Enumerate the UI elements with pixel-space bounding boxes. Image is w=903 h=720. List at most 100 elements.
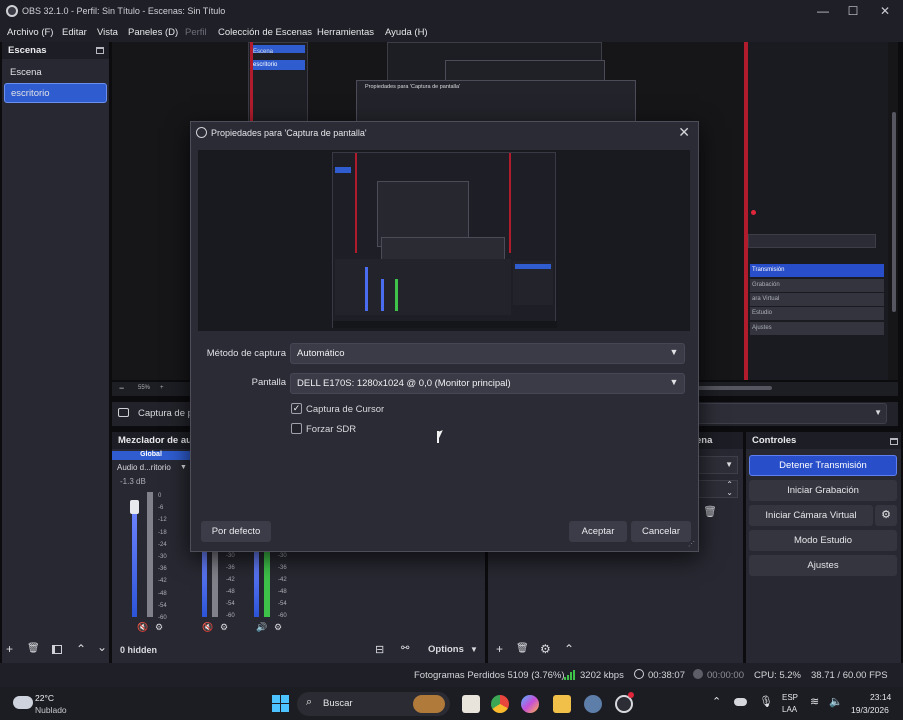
menu-profile[interactable]: Perfil: [185, 27, 207, 38]
db-tick: -54: [226, 601, 235, 607]
speaker-icon[interactable]: 🔊: [256, 622, 267, 633]
keyboard-lang-top[interactable]: ESP: [782, 693, 798, 702]
close-button[interactable]: ✕: [868, 0, 902, 24]
db-tick: -54: [278, 601, 287, 607]
transition-dropdown[interactable]: ▼: [698, 456, 738, 474]
menu-docks[interactable]: Paneles (D): [128, 27, 178, 38]
cancel-button[interactable]: Cancelar: [631, 521, 691, 542]
thumb-meter: [381, 279, 384, 311]
search-icon: ⌕: [306, 696, 313, 708]
clock-date[interactable]: 19/3/2026: [851, 705, 889, 715]
resize-grip-icon[interactable]: ⋰: [688, 540, 695, 548]
copilot-icon[interactable]: [521, 695, 539, 713]
horizontal-scrollbar[interactable]: [692, 386, 772, 390]
recursive-button: ara Virtual: [750, 293, 884, 306]
taskbar-search[interactable]: ⌕ Buscar: [297, 692, 450, 716]
file-explorer-icon[interactable]: [553, 695, 571, 713]
display-capture-icon: [118, 408, 129, 417]
record-time: 00:00:00: [707, 670, 744, 681]
onedrive-icon[interactable]: [734, 698, 747, 706]
menu-file[interactable]: Archivo (F): [7, 27, 53, 38]
volume-slider-handle[interactable]: [130, 500, 139, 514]
zoom-out-icon[interactable]: −: [119, 383, 124, 393]
chevron-down-icon[interactable]: ▼: [470, 645, 478, 654]
layout-icon[interactable]: ⊟: [375, 643, 384, 656]
menu-view[interactable]: Vista: [97, 27, 118, 38]
muted-speaker-icon[interactable]: 🔇: [137, 622, 148, 633]
start-recording-button[interactable]: Iniciar Grabación: [749, 480, 897, 501]
weather-desc: Nublado: [35, 705, 67, 715]
move-up-icon[interactable]: ⌃: [76, 642, 86, 656]
accept-button[interactable]: Aceptar: [569, 521, 627, 542]
capture-method-select[interactable]: Automático ▼: [290, 343, 685, 364]
db-tick: -48: [226, 589, 235, 595]
audio-settings-icon[interactable]: ⚙: [274, 622, 282, 633]
windows-start-icon[interactable]: [272, 695, 289, 712]
chevron-down-icon[interactable]: ⌄: [726, 488, 733, 497]
start-virtual-camera-button[interactable]: Iniciar Cámara Virtual: [749, 505, 873, 526]
keyboard-lang-bottom[interactable]: LAA: [782, 705, 797, 714]
mixer-options-button[interactable]: Options: [428, 644, 464, 655]
vertical-scrollbar[interactable]: [892, 112, 896, 312]
duration-spinbox[interactable]: ⌃ ⌄: [698, 480, 738, 498]
cursor-checkbox[interactable]: ✓: [291, 403, 302, 414]
clock-time[interactable]: 23:14: [870, 692, 891, 702]
add-source-icon[interactable]: +: [496, 642, 503, 656]
recursive-blue-button: Transmisión: [750, 264, 884, 277]
close-icon[interactable]: ✕: [678, 124, 690, 141]
add-scene-icon[interactable]: +: [6, 642, 13, 656]
chevron-up-icon[interactable]: ⌃: [712, 695, 721, 708]
stream-status-icon: [634, 669, 644, 679]
wifi-icon[interactable]: ≋: [810, 695, 819, 708]
settings-app-icon[interactable]: [584, 695, 602, 713]
menu-edit[interactable]: Editar: [62, 27, 87, 38]
cloud-icon: [13, 696, 33, 709]
thumb-red-edge: [355, 153, 357, 253]
force-sdr-label: Forzar SDR: [306, 424, 357, 435]
menu-bar: Archivo (F) Editar Vista Paneles (D) Per…: [0, 24, 903, 42]
channel-menu-icon[interactable]: ▼: [180, 464, 187, 471]
scene-item[interactable]: Escena: [4, 63, 107, 83]
volume-icon[interactable]: 🔈: [829, 695, 843, 708]
virtual-camera-settings-gear-icon[interactable]: ⚙: [875, 505, 897, 526]
chrome-icon[interactable]: [491, 695, 509, 713]
minimize-button[interactable]: —: [806, 0, 840, 24]
screen-select[interactable]: DELL E170S: 1280x1024 @ 0,0 (Monitor pri…: [290, 373, 685, 394]
db-scale: -30 -36 -42 -48 -54 -60: [226, 550, 235, 622]
scene-item-selected[interactable]: escritorio: [4, 83, 107, 103]
filter-icon[interactable]: [52, 645, 62, 654]
stop-streaming-button[interactable]: Detener Transmisión: [749, 455, 897, 476]
scenes-dock: Escenas Escena escritorio: [2, 42, 109, 638]
menu-scene-collection[interactable]: Colección de Escenas: [218, 27, 312, 38]
trash-icon[interactable]: 🗑: [703, 505, 717, 518]
audio-settings-icon[interactable]: ⚙: [155, 622, 163, 633]
move-up-icon[interactable]: ⌃: [564, 642, 574, 656]
trash-icon[interactable]: 🗑: [27, 643, 40, 654]
temperature: 22°C: [35, 693, 54, 703]
trash-icon[interactable]: 🗑: [516, 643, 529, 654]
settings-button[interactable]: Ajustes: [749, 555, 897, 576]
maximize-button[interactable]: ☐: [836, 0, 870, 24]
audio-settings-icon[interactable]: ⚙: [220, 622, 228, 633]
controls-header: Controles: [746, 432, 901, 449]
move-down-icon[interactable]: ⌄: [97, 640, 107, 654]
zoom-in-icon[interactable]: +: [160, 385, 164, 391]
chevron-down-icon: ▼: [669, 347, 679, 357]
float-dock-icon[interactable]: [890, 438, 898, 445]
microphone-icon[interactable]: 🎙: [759, 695, 773, 708]
float-dock-icon[interactable]: [96, 47, 104, 54]
red-dot: [751, 210, 756, 215]
link-icon[interactable]: ⚯: [401, 643, 409, 654]
menu-help[interactable]: Ayuda (H): [385, 27, 428, 38]
task-view-icon[interactable]: [462, 695, 480, 713]
mixer-global-tab[interactable]: Global: [112, 451, 190, 460]
menu-tools[interactable]: Herramientas: [317, 27, 374, 38]
gear-icon[interactable]: ⚙: [540, 642, 551, 656]
check-icon: ✓: [292, 403, 301, 413]
force-sdr-checkbox[interactable]: [291, 423, 302, 434]
scenes-toolbar: + 🗑 ⌃ ⌄: [2, 638, 109, 663]
defaults-button[interactable]: Por defecto: [201, 521, 271, 542]
source-dropdown[interactable]: ▼: [692, 403, 887, 424]
muted-speaker-icon[interactable]: 🔇: [202, 622, 213, 633]
studio-mode-button[interactable]: Modo Estudio: [749, 530, 897, 551]
